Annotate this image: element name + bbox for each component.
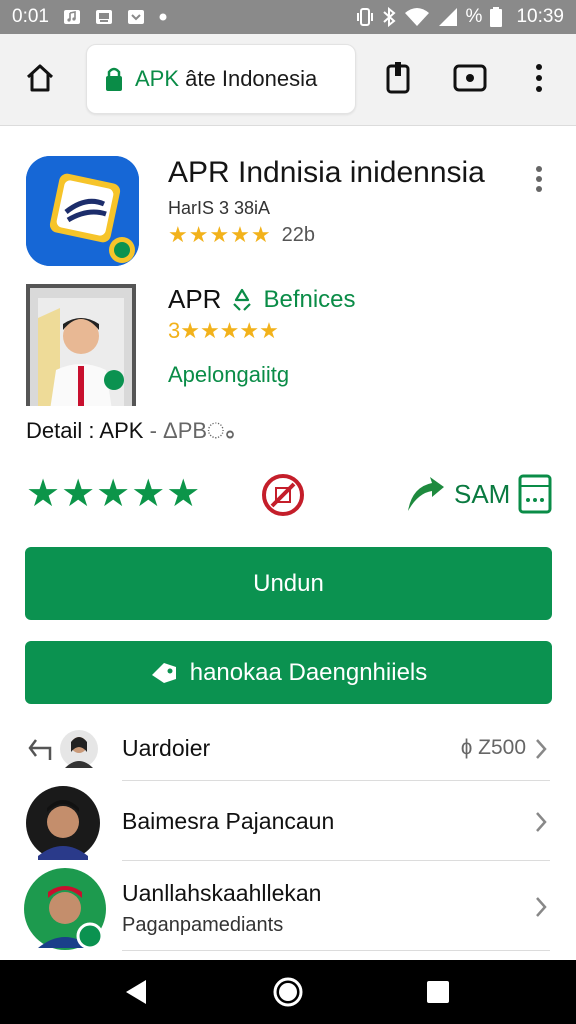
developer-photo[interactable] xyxy=(26,284,136,406)
badges-row: ★★★★★ SАM xyxy=(26,468,556,524)
chevron-right-icon xyxy=(536,897,547,917)
sim-label: SАM xyxy=(454,478,511,509)
url-domain-rest: âte Indonesia xyxy=(185,66,318,91)
chevron-right-icon xyxy=(536,812,547,832)
lock-icon xyxy=(106,67,122,91)
list-divider xyxy=(122,950,550,951)
app-rating-stars: ★★★★★ xyxy=(168,222,272,247)
kebab-menu-icon[interactable] xyxy=(521,60,557,96)
no-ads-icon xyxy=(262,474,304,516)
download-notification-icon xyxy=(127,10,144,24)
leaf-arrow-icon xyxy=(408,477,444,511)
image-notification-icon xyxy=(95,10,112,24)
avatar xyxy=(24,868,106,950)
recycle-icon xyxy=(233,288,252,311)
home-button-icon[interactable] xyxy=(272,976,304,1008)
list-divider xyxy=(122,780,550,781)
status-time-right: 10:39 xyxy=(516,6,564,27)
notification-dot-icon xyxy=(159,13,167,21)
battery-percent-text: % xyxy=(465,6,483,27)
list-item-label: Baimesra Pajancaun xyxy=(122,808,335,834)
detail-label: Detail xyxy=(26,418,83,443)
detail-tail: - ΔPBം xyxy=(149,418,234,443)
status-time-left: 0:01 xyxy=(12,6,49,27)
detail-value: APK xyxy=(99,418,144,443)
sim-badge: SАM xyxy=(404,468,552,520)
wifi-icon xyxy=(404,8,429,26)
vibrate-icon xyxy=(356,8,373,26)
developer-stars: 3★★★★★ xyxy=(168,318,279,343)
rating-stars-large: ★★★★★ xyxy=(26,473,202,515)
detail-line: Detail : APK - ΔPBം xyxy=(26,418,234,444)
signal-icon xyxy=(438,8,457,26)
app-more-options-icon[interactable] xyxy=(531,164,547,194)
app-title: APR Indnisia inidennsia xyxy=(168,156,485,189)
url-domain-prefix: APK xyxy=(135,66,180,91)
browser-toolbar: APK âte Indonesia xyxy=(0,34,576,126)
chevron-right-icon xyxy=(536,739,547,759)
list-item-price: ɸ Z500 xyxy=(460,736,526,759)
list-item-sublabel: Paganpamediants xyxy=(122,914,284,936)
detail-separator: : xyxy=(88,418,95,443)
music-notification-icon xyxy=(63,10,80,24)
developer-link[interactable]: Apelongaiitg xyxy=(168,362,289,388)
download-button-label: Undun xyxy=(253,569,324,597)
avatar xyxy=(60,730,98,768)
sim-card-icon xyxy=(518,474,552,514)
list-item-label: Uanllahskaahllekan xyxy=(122,880,322,906)
list-item[interactable]: Uardoier ɸ Z500 xyxy=(0,716,576,782)
status-bar: 0:01 % 10:39 xyxy=(0,0,576,34)
app-header: APR Indnisia inidennsia HarIS 3 38iA ★★★… xyxy=(26,156,556,270)
avatar xyxy=(26,786,100,860)
list-item[interactable]: Uanllahskaahllekan Paganpamediants xyxy=(0,862,576,954)
app-logo-icon xyxy=(26,156,139,266)
secondary-button-label: hanokaa Daengnhiiels xyxy=(189,658,428,686)
developer-badge-text: Befnices xyxy=(263,285,356,313)
list-item[interactable]: Baimesra Pajancaun xyxy=(0,782,576,862)
url-bar[interactable]: APK âte Indonesia xyxy=(86,44,356,114)
list-divider xyxy=(122,860,550,861)
developer-section: APR Befnices 3★★★★★ Apelongaiitg xyxy=(26,284,556,408)
developer-name-text: APR xyxy=(168,284,222,314)
back-icon[interactable] xyxy=(124,978,148,1006)
app-subtitle: HarIS 3 38iA xyxy=(168,198,271,218)
share-icon[interactable] xyxy=(380,60,416,96)
app-icon[interactable] xyxy=(26,156,139,266)
bluetooth-icon xyxy=(382,7,396,27)
system-navigation-bar xyxy=(0,960,576,1024)
tabs-icon[interactable] xyxy=(452,60,488,96)
battery-icon xyxy=(490,7,503,27)
recents-icon[interactable] xyxy=(426,980,450,1004)
developer-name[interactable]: APR Befnices xyxy=(168,284,356,315)
developer-avatar-icon xyxy=(30,288,132,406)
back-arrow-icon xyxy=(28,739,52,760)
list-item-label: Uardoier xyxy=(122,735,211,761)
app-rating: ★★★★★ 22b xyxy=(168,222,315,248)
secondary-download-button[interactable]: hanokaa Daengnhiiels xyxy=(25,641,552,704)
app-rating-count: 22b xyxy=(281,223,315,246)
tag-icon xyxy=(151,662,176,683)
home-icon[interactable] xyxy=(24,62,56,94)
download-button[interactable]: Undun xyxy=(25,547,552,620)
